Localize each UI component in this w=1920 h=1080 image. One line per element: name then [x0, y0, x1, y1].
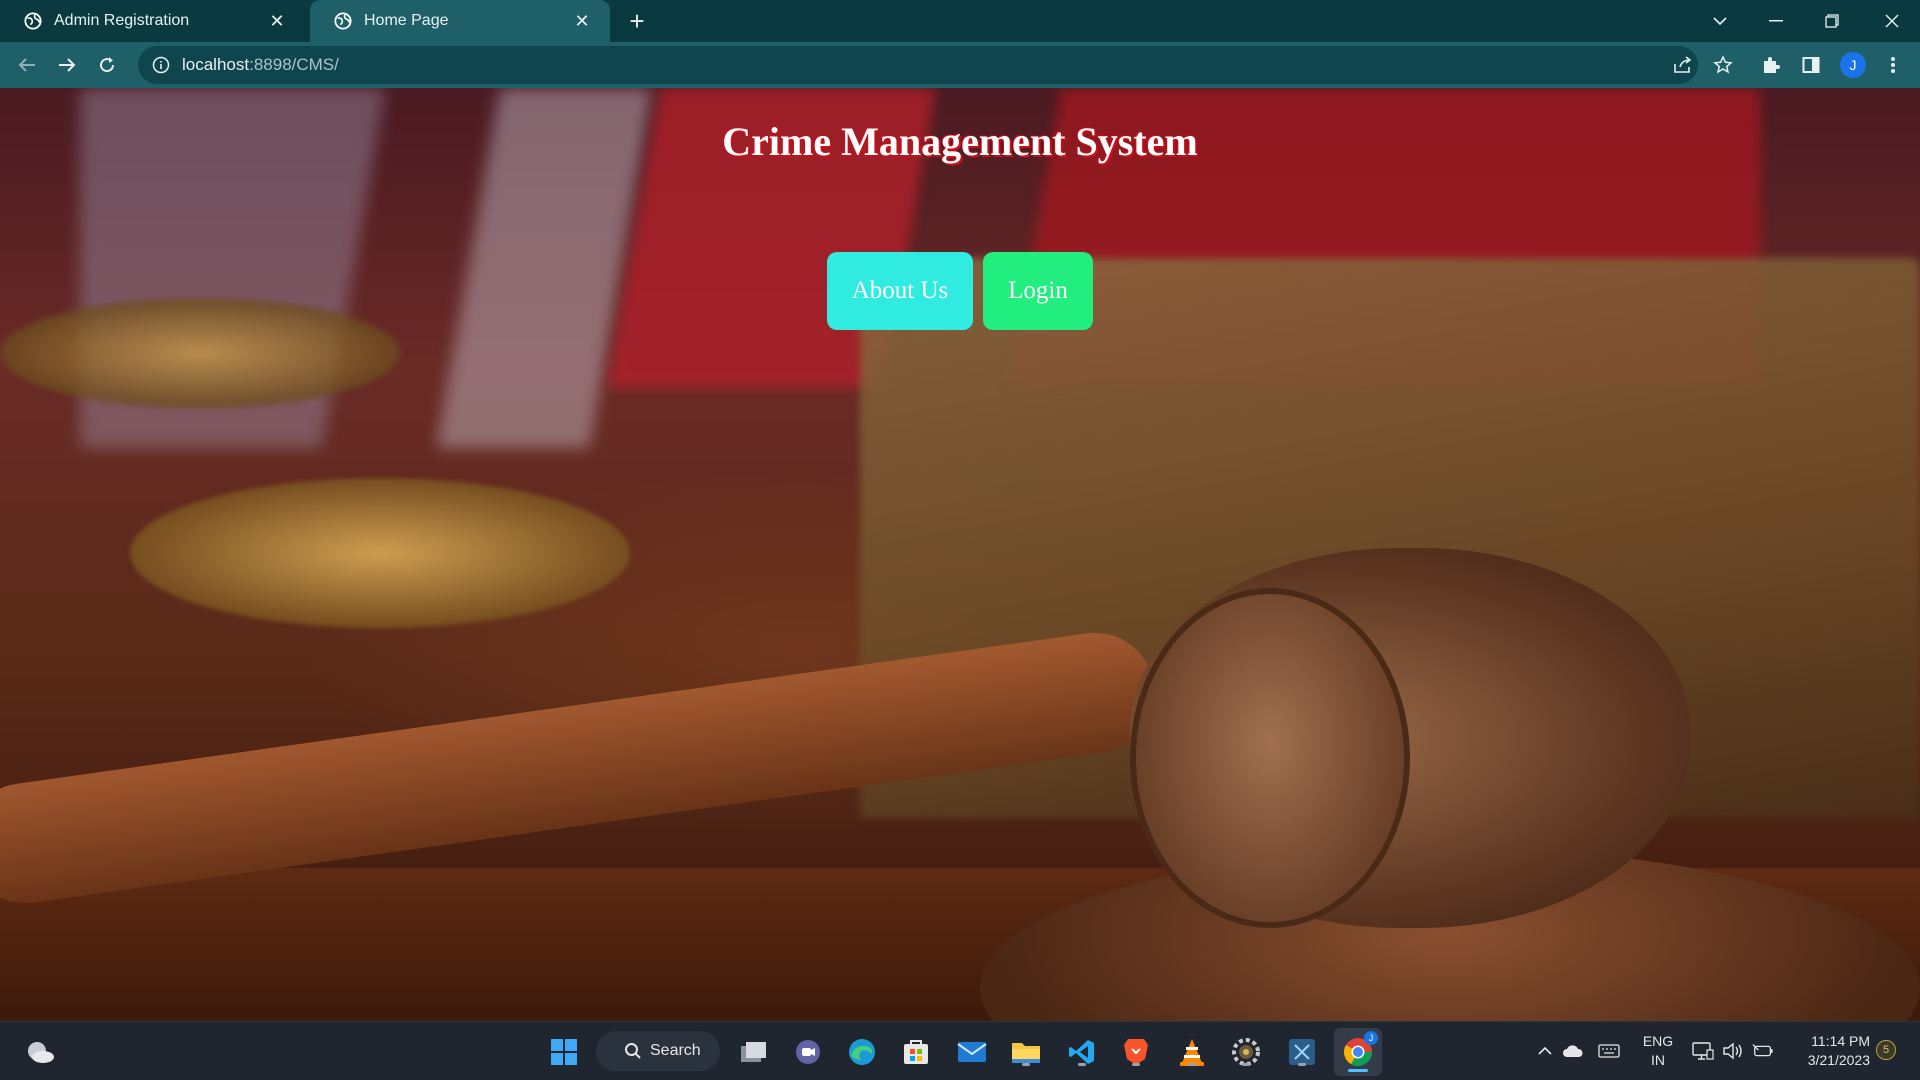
- page-title: Crime Management System: [722, 119, 1198, 164]
- network-icon[interactable]: [1692, 1040, 1714, 1062]
- tab-admin-registration[interactable]: Admin Registration ✕: [0, 0, 305, 42]
- edge-icon[interactable]: [844, 1034, 880, 1070]
- running-indicator: [1298, 1063, 1306, 1066]
- site-info-icon[interactable]: [152, 56, 170, 74]
- keyboard-icon[interactable]: [1598, 1040, 1620, 1062]
- reload-icon[interactable]: [92, 50, 122, 80]
- browser-toolbar: localhost:8898/CMS/: [0, 42, 1920, 88]
- vlc-icon[interactable]: [1174, 1034, 1210, 1070]
- about-us-button[interactable]: About Us: [827, 252, 973, 330]
- running-indicator: [1242, 1063, 1250, 1066]
- teams-icon[interactable]: [790, 1034, 826, 1070]
- clock-date: 3/21/2023: [1807, 1052, 1870, 1068]
- tab-title: Home Page: [364, 12, 449, 29]
- close-tab-icon[interactable]: ✕: [572, 11, 592, 31]
- close-tab-icon[interactable]: ✕: [267, 11, 287, 31]
- forward-icon[interactable]: [52, 50, 82, 80]
- mail-icon[interactable]: [954, 1034, 990, 1070]
- url-host: localhost: [182, 55, 250, 74]
- clock-time: 11:14 PM: [1811, 1033, 1870, 1049]
- volume-icon[interactable]: [1722, 1040, 1744, 1062]
- tab-home-page[interactable]: Home Page ✕: [310, 0, 610, 42]
- restore-icon[interactable]: [1804, 0, 1860, 42]
- running-indicator: [1022, 1063, 1030, 1066]
- task-view-icon[interactable]: [736, 1034, 772, 1070]
- page-viewport: Crime Management System About Us Login: [0, 88, 1920, 1021]
- snipping-icon[interactable]: [1284, 1034, 1320, 1070]
- brave-icon[interactable]: [1118, 1034, 1154, 1070]
- taskbar-search[interactable]: Search: [596, 1031, 720, 1071]
- chrome-profile-badge: J: [1364, 1031, 1378, 1045]
- taskbar: Search J ENG IN 11:14 PM 3/21/2023 5: [0, 1021, 1920, 1080]
- running-indicator: [1078, 1063, 1086, 1066]
- url-path: :8898/CMS/: [249, 55, 339, 74]
- menu-kebab-icon[interactable]: [1878, 50, 1908, 80]
- url-text: localhost:8898/CMS/: [182, 55, 339, 75]
- profile-avatar[interactable]: J: [1840, 52, 1866, 78]
- battery-icon[interactable]: [1752, 1040, 1774, 1062]
- file-explorer-icon[interactable]: [1008, 1034, 1044, 1070]
- globe-icon: [24, 12, 42, 30]
- globe-icon: [334, 12, 352, 30]
- store-icon[interactable]: [898, 1034, 934, 1070]
- search-icon: [625, 1043, 641, 1059]
- show-hidden-icons-chevron-icon[interactable]: [1534, 1040, 1556, 1062]
- search-label: Search: [650, 1042, 701, 1059]
- browser-titlebar: Admin Registration ✕ Home Page ✕ +: [0, 0, 1920, 42]
- chrome-icon[interactable]: J: [1334, 1028, 1382, 1076]
- running-indicator: [1132, 1063, 1140, 1066]
- running-indicator: [1188, 1063, 1196, 1066]
- start-icon[interactable]: [546, 1034, 582, 1070]
- onedrive-cloud-icon[interactable]: [1562, 1040, 1584, 1062]
- notification-badge[interactable]: 5: [1876, 1040, 1896, 1060]
- back-icon[interactable]: [12, 50, 42, 80]
- region-code: IN: [1651, 1052, 1665, 1068]
- weather-icon[interactable]: [22, 1034, 58, 1070]
- login-button[interactable]: Login: [983, 252, 1093, 330]
- extensions-icon[interactable]: [1756, 50, 1786, 80]
- settings-icon[interactable]: [1228, 1034, 1264, 1070]
- vscode-icon[interactable]: [1064, 1034, 1100, 1070]
- share-icon[interactable]: [1668, 50, 1698, 80]
- tab-search-icon[interactable]: [1692, 0, 1748, 42]
- minimize-icon[interactable]: [1748, 0, 1804, 42]
- language-code: ENG: [1642, 1033, 1674, 1049]
- bookmark-star-icon[interactable]: [1708, 50, 1738, 80]
- nav-buttons: About Us Login: [827, 252, 1093, 330]
- clock[interactable]: 11:14 PM 3/21/2023: [1788, 1032, 1870, 1070]
- address-bar[interactable]: localhost:8898/CMS/: [138, 46, 1698, 84]
- input-language[interactable]: ENG IN: [1638, 1032, 1678, 1070]
- new-tab-button[interactable]: +: [622, 6, 652, 36]
- close-window-icon[interactable]: [1864, 0, 1920, 42]
- side-panel-icon[interactable]: [1796, 50, 1826, 80]
- tab-title: Admin Registration: [54, 12, 190, 29]
- active-indicator: [1348, 1069, 1368, 1072]
